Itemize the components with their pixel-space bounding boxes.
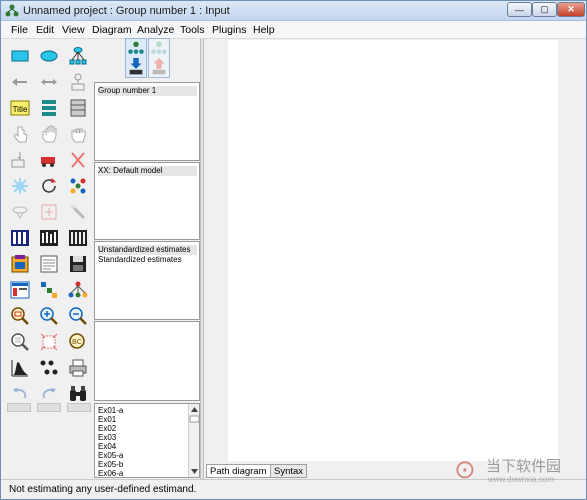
diagram-area [204,39,586,463]
file-item[interactable]: Ex06-a [98,469,123,477]
change-shape-icon[interactable] [9,175,31,197]
file-item[interactable]: Ex05-b [98,460,123,469]
toolbox: Title BC [7,41,93,403]
menu-view[interactable]: View [62,24,85,36]
drag-properties-icon[interactable] [38,279,60,301]
window-title: Unnamed project : Group number 1 : Input [23,5,230,17]
view-output-path-diagram-icon[interactable] [148,38,170,78]
specification-search-icon[interactable] [67,383,89,405]
menu-analyze[interactable]: Analyze [137,24,174,36]
files-scrollbar[interactable] [188,404,200,477]
view-text-output-icon[interactable] [38,253,60,275]
app-window: Unnamed project : Group number 1 : Input… [0,0,587,500]
magnifier-icon[interactable]: BC [67,331,89,353]
watermark-url: www.downxia.com [488,475,554,484]
object-properties-icon[interactable] [9,279,31,301]
group-item[interactable]: Group number 1 [98,86,197,96]
menu-plugins[interactable]: Plugins [212,24,246,36]
print-icon[interactable] [67,357,89,379]
draw-unobserved-variable-icon[interactable] [38,45,60,67]
files-list-panel: Ex01-a Ex01 Ex02 Ex03 Ex04 Ex05-a Ex05-b… [94,403,200,478]
list-variables-in-dataset-icon[interactable] [67,97,89,119]
move-objects-icon[interactable] [38,149,60,171]
file-item[interactable]: Ex03 [98,433,116,442]
title-icon[interactable]: Title [9,97,31,119]
zoom-out-icon[interactable] [67,305,89,327]
draw-path-icon[interactable] [9,71,31,93]
rotate-indicators-icon[interactable] [38,175,60,197]
show-entire-page-icon[interactable] [9,331,31,353]
menu-bar: File Edit View Diagram Analyze Tools Plu… [1,21,586,39]
groups-panel: Group number 1 [94,82,200,161]
menu-tools[interactable]: Tools [180,24,205,36]
view-mode-buttons [122,38,170,78]
estimates-panel: Unstandardized estimates Standardized es… [94,241,200,320]
toolbox-scroll-handle-2[interactable] [37,403,61,412]
move-parameter-values-icon[interactable] [9,201,31,223]
status-text: Not estimating any user-defined estimand… [9,484,197,495]
copy-diagram-icon[interactable] [9,253,31,275]
menu-edit[interactable]: Edit [36,24,54,36]
duplicate-objects-icon[interactable] [9,149,31,171]
resize-diagram-icon[interactable] [38,331,60,353]
calculate-estimates-icon[interactable] [67,227,89,249]
menu-file[interactable]: File [11,24,28,36]
amos-app-icon [5,4,19,17]
touch-up-variable-icon[interactable] [67,201,89,223]
watermark-text: 当下软件园 [486,457,562,475]
undo-icon[interactable] [9,383,31,405]
redo-icon[interactable] [38,383,60,405]
tab-path-diagram[interactable]: Path diagram [206,464,271,478]
file-item[interactable]: Ex01-a [98,406,123,415]
file-item[interactable]: Ex04 [98,442,116,451]
view-input-path-diagram-icon[interactable] [125,38,147,78]
draw-indicator-variable-icon[interactable] [67,45,89,67]
file-item[interactable]: Ex05-a [98,451,123,460]
menu-help[interactable]: Help [253,24,275,36]
reposition-diagram-icon[interactable] [38,201,60,223]
svg-text:BC: BC [72,339,82,346]
standardized-estimates-item[interactable]: Standardized estimates [98,255,197,265]
select-one-object-icon[interactable] [9,123,31,145]
multiple-group-analysis-icon[interactable] [38,357,60,379]
maximize-button[interactable]: ▢ [532,2,557,17]
path-diagram-canvas[interactable] [228,40,558,461]
save-diagram-icon[interactable] [67,253,89,275]
select-all-objects-icon[interactable] [38,123,60,145]
preserve-symmetries-icon[interactable] [67,279,89,301]
menu-diagram[interactable]: Diagram [92,24,132,36]
draw-observed-variable-icon[interactable] [9,45,31,67]
select-data-files-icon[interactable] [9,227,31,249]
analysis-properties-icon[interactable] [38,227,60,249]
output-panel [94,321,200,401]
add-unique-variable-icon[interactable] [67,71,89,93]
reflect-indicators-icon[interactable] [67,175,89,197]
file-item[interactable]: Ex01 [98,415,116,424]
zoom-in-area-icon[interactable] [9,305,31,327]
deselect-all-objects-icon[interactable] [67,123,89,145]
bayesian-estimation-icon[interactable] [9,357,31,379]
toolbox-scroll-handle-1[interactable] [7,403,31,412]
close-button[interactable]: ✕ [557,2,585,17]
title-bar[interactable]: Unnamed project : Group number 1 : Input… [1,1,586,21]
models-panel: XX: Default model [94,162,200,240]
title-tool-label: Title [13,105,28,114]
unstandardized-estimates-item[interactable]: Unstandardized estimates [98,245,197,255]
draw-covariance-icon[interactable] [38,71,60,93]
erase-objects-icon[interactable] [67,149,89,171]
watermark-glyph: ⊙ [454,454,476,484]
toolbox-scroll-handle-3[interactable] [67,403,91,412]
minimize-button[interactable]: — [507,2,532,17]
model-item[interactable]: XX: Default model [98,166,197,176]
file-item[interactable]: Ex02 [98,424,116,433]
tab-syntax[interactable]: Syntax [270,464,308,478]
list-variables-in-model-icon[interactable] [38,97,60,119]
watermark-logo: ⊙ 当下软件园 www.downxia.com [454,454,579,486]
zoom-in-icon[interactable] [38,305,60,327]
